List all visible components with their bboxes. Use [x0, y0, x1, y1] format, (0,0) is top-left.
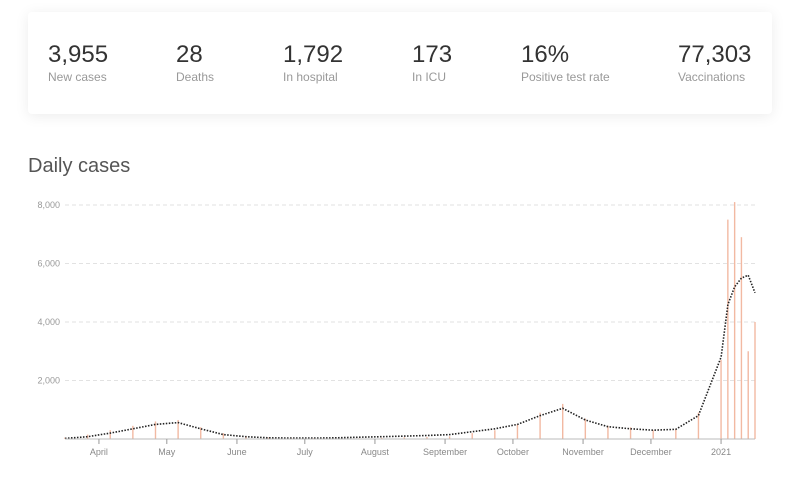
y-tick-label: 4,000 — [37, 317, 60, 327]
rolling-average-line — [64, 274, 756, 440]
y-tick-label: 8,000 — [37, 200, 60, 210]
x-tick-label: October — [497, 447, 529, 457]
daily-case-bar — [747, 351, 749, 439]
daily-case-bar — [697, 412, 700, 439]
daily-case-bar — [652, 430, 654, 439]
x-tick-label: May — [158, 447, 176, 457]
y-tick-label: 6,000 — [37, 259, 60, 269]
x-tick-label: July — [297, 447, 314, 457]
x-tick-label: April — [90, 447, 108, 457]
daily-case-bar — [109, 430, 111, 439]
y-tick-label: 2,000 — [37, 376, 60, 386]
daily-case-bar — [539, 412, 541, 439]
line-layer — [64, 274, 756, 440]
daily-case-bar — [740, 237, 743, 439]
daily-case-bar — [222, 433, 225, 439]
x-tick-label: December — [630, 447, 672, 457]
daily-cases-chart: 2,000 4,000 6,000 8,000 April May June July Augu… — [37, 200, 756, 457]
daily-case-bar — [132, 425, 134, 439]
daily-case-bar — [516, 424, 519, 439]
daily-case-bar — [733, 202, 736, 439]
x-tick-label: November — [562, 447, 604, 457]
bar-layer — [64, 202, 756, 439]
grid-layer — [65, 204, 755, 381]
x-tick-label: August — [361, 447, 390, 457]
daily-case-bar — [754, 322, 756, 439]
daily-case-bar — [607, 425, 609, 439]
daily-case-bar — [584, 418, 587, 439]
daily-case-bar — [727, 219, 729, 439]
daily-case-bar — [471, 433, 473, 439]
x-tick-label: September — [423, 447, 467, 457]
axis-layer: 2,000 4,000 6,000 8,000 April May June July Augu… — [37, 200, 755, 457]
daily-case-bar — [675, 428, 677, 439]
x-tick-label: June — [227, 447, 247, 457]
daily-case-bar — [720, 360, 722, 439]
daily-case-bar — [494, 430, 496, 439]
x-tick-label: 2021 — [711, 447, 731, 457]
